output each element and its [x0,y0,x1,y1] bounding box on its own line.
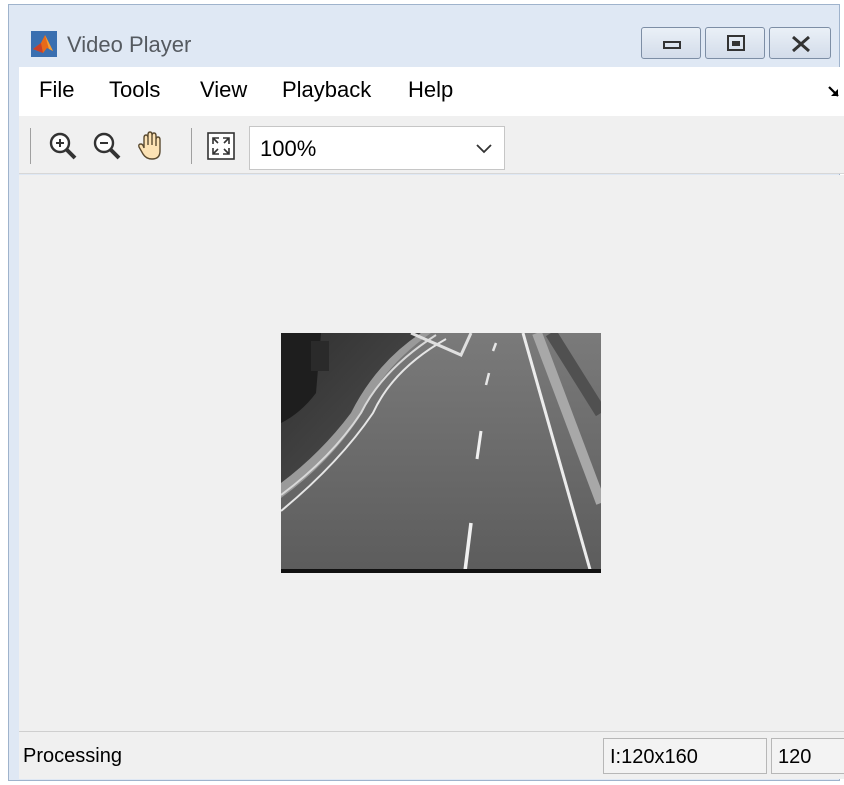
matlab-logo-icon [31,31,57,57]
close-icon [792,35,810,53]
zoom-level-value: 100% [260,136,317,161]
title-bar[interactable]: Video Player [9,5,839,63]
menu-playback[interactable]: Playback [282,77,371,103]
status-bar: Processing I:120x160 120 [19,731,844,779]
zoom-level-dropdown[interactable]: 100% [249,126,505,170]
frame-number-cell: 120 [771,738,844,774]
video-display-area [19,175,844,731]
maximize-button[interactable] [705,27,765,59]
minimize-button[interactable] [641,27,701,59]
zoom-out-icon[interactable] [91,130,123,162]
minimize-icon [663,41,681,49]
menu-file[interactable]: File [39,77,74,103]
pan-hand-icon[interactable] [135,130,167,162]
menu-help[interactable]: Help [408,77,453,103]
window-title: Video Player [67,32,192,57]
undock-arrow-icon[interactable] [827,85,841,104]
menu-view[interactable]: View [200,77,247,103]
maximize-icon [727,35,745,51]
fit-to-window-icon[interactable] [205,130,237,162]
toolbar: 100% [19,116,844,174]
toolbar-separator [30,128,31,164]
menu-bar: File Tools View Playback Help [19,67,844,116]
menu-tools[interactable]: Tools [109,77,160,103]
video-frame [281,333,601,573]
frame-dimensions-cell: I:120x160 [603,738,767,774]
zoom-in-icon[interactable] [47,130,79,162]
video-player-window: Video Player File Tools View Playback He… [8,4,844,781]
toolbar-separator [191,128,192,164]
frame-dimensions: I:120x160 [610,746,698,768]
chevron-down-icon [476,141,492,159]
close-button[interactable] [769,27,831,59]
frame-number: 120 [778,746,812,768]
status-message: Processing [23,745,122,767]
